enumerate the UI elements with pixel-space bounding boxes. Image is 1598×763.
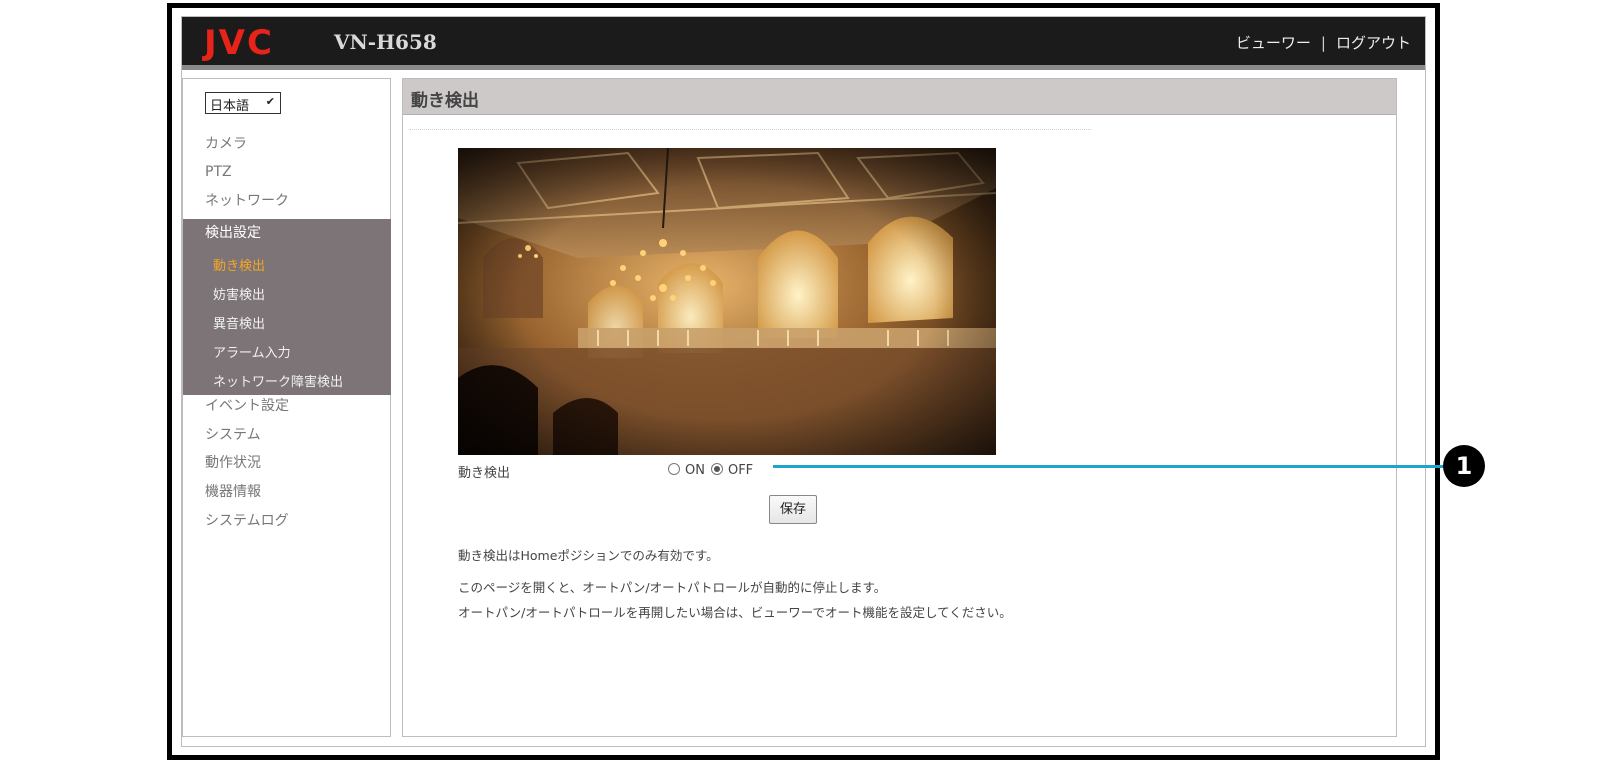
sidebar-item-network[interactable]: ネットワーク (205, 192, 289, 210)
sidebar-subitem-network-failure[interactable]: ネットワーク障害検出 (213, 371, 343, 390)
motion-detection-label: 動き検出 (458, 466, 511, 481)
save-button[interactable]: 保存 (769, 495, 817, 524)
chevron-down-icon: ✔ (265, 95, 275, 108)
radio-off[interactable] (710, 463, 723, 475)
screenshot-frame: JVC VN-H658 ビューワー | ログアウト 日本語 ✔ カメラ PTZ ネッ… (167, 3, 1440, 760)
camera-preview-image (458, 148, 996, 455)
sidebar-item-device-info[interactable]: 機器情報 (205, 483, 261, 501)
sidebar-item-system[interactable]: システム (205, 426, 261, 444)
sidebar-subitem-tamper-detection[interactable]: 妨害検出 (213, 284, 265, 303)
note-autopan-stop: このページを開くと、オートパン/オートパトロールが自動的に停止します。 (458, 580, 887, 595)
model-name: VN-H658 (334, 30, 437, 54)
sidebar-item-camera[interactable]: カメラ (205, 135, 247, 153)
viewer-link[interactable]: ビューワー (1236, 34, 1311, 52)
sidebar-item-event-settings[interactable]: イベント設定 (205, 397, 289, 415)
callout-number-badge: 1 (1443, 445, 1485, 487)
logout-link[interactable]: ログアウト (1336, 34, 1411, 52)
sidebar-item-detection-settings[interactable]: 検出設定 (205, 222, 261, 242)
header-bar: JVC VN-H658 ビューワー | ログアウト (182, 17, 1425, 70)
note-autopan-resume: オートパン/オートパトロールを再開したい場合は、ビューワーでオート機能を設定して… (458, 605, 1012, 620)
sidebar-item-system-log[interactable]: システムログ (205, 512, 289, 530)
radio-on-label: ON (685, 463, 705, 478)
motion-detection-radio-group: ON OFF (668, 463, 759, 478)
sidebar-group-detection: 検出設定 動き検出 妨害検出 異音検出 アラーム入力 ネットワーク障害検出 (183, 219, 391, 395)
sidebar-subitem-motion-detection[interactable]: 動き検出 (213, 255, 265, 274)
note-home-position: 動き検出はHomeポジションでのみ有効です。 (458, 548, 719, 563)
sidebar-item-status[interactable]: 動作状況 (205, 454, 261, 472)
language-select[interactable]: 日本語 ✔ (205, 92, 281, 114)
camera-scene (458, 148, 996, 455)
sidebar-item-ptz[interactable]: PTZ (205, 163, 232, 181)
sidebar-subitem-alarm-input[interactable]: アラーム入力 (213, 342, 291, 361)
header-links: ビューワー | ログアウト (1236, 32, 1411, 53)
sidebar: 日本語 ✔ カメラ PTZ ネットワーク 検出設定 動き検出 妨害検出 異音検出… (182, 78, 391, 737)
callout-line (773, 465, 1445, 468)
page-title: 動き検出 (411, 91, 479, 111)
header-separator: | (1320, 34, 1326, 52)
radio-off-label: OFF (727, 463, 754, 478)
page-title-bar: 動き検出 (403, 79, 1396, 115)
language-select-value: 日本語 (210, 99, 250, 114)
radio-on[interactable] (668, 463, 680, 475)
divider (409, 129, 1091, 130)
main-panel: 動き検出 動き検出 ON OFF 保存 動き検出はHomeポジションでのみ有効で… (402, 78, 1397, 737)
sidebar-subitem-audio-detection[interactable]: 異音検出 (213, 313, 265, 332)
jvc-logo: JVC (204, 23, 274, 63)
